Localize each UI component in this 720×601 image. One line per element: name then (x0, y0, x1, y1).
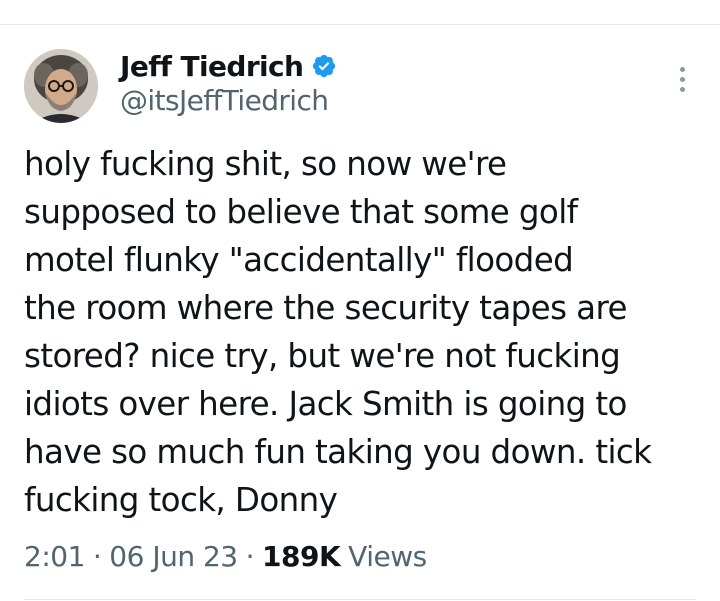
bottom-divider (24, 599, 696, 600)
tweet-time[interactable]: 2:01 (24, 540, 85, 573)
top-divider (0, 24, 720, 25)
author-handle[interactable]: @itsJeffTiedrich (120, 84, 329, 117)
tweet-meta: 2:01 · 06 Jun 23 · 189K Views (24, 534, 427, 578)
tweet-text-line: idiots over here. Jack Smith is going to (24, 385, 627, 423)
more-options-button[interactable] (668, 60, 696, 98)
meta-separator: · (245, 539, 255, 573)
tweet-text-line: have so much fun taking you down. tick (24, 433, 652, 471)
author-name-row[interactable]: Jeff Tiedrich (120, 46, 337, 86)
meta-separator: · (92, 539, 102, 573)
tweet-text-line: supposed to believe that some golf (24, 193, 578, 231)
avatar[interactable] (24, 49, 98, 123)
tweet-text-line: fucking tock, Donny (24, 481, 338, 519)
views-label[interactable]: Views (348, 540, 427, 573)
tweet-date[interactable]: 06 Jun 23 (109, 540, 238, 573)
more-options-icon-dot (679, 86, 685, 92)
tweet-text: holy fucking shit, so now we're supposed… (24, 140, 714, 524)
views-count[interactable]: 189K (262, 540, 341, 573)
avatar-image (24, 49, 98, 123)
tweet-text-line: stored? nice try, but we're not fucking (24, 337, 621, 375)
more-options-icon (679, 66, 685, 72)
verified-badge-icon (311, 53, 337, 79)
more-options-icon-dot (679, 76, 685, 82)
tweet-text-line: motel flunky "accidentally" flooded (24, 241, 574, 279)
tweet-text-line: holy fucking shit, so now we're (24, 145, 507, 183)
display-name[interactable]: Jeff Tiedrich (120, 50, 304, 83)
tweet-text-line: the room where the security tapes are (24, 289, 627, 327)
